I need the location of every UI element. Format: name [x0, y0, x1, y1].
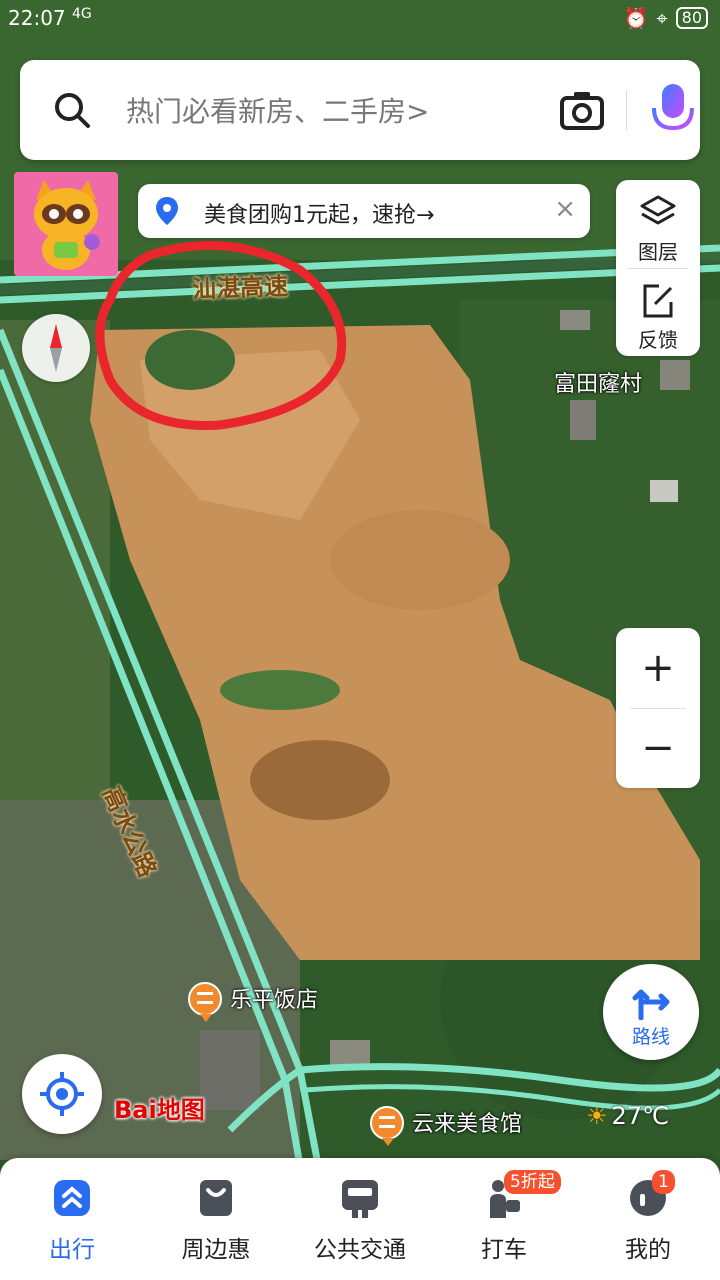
compass-button[interactable] — [22, 314, 90, 382]
travel-icon — [54, 1180, 90, 1216]
promo-banner[interactable]: 美食团购1元起，速抢→ × — [138, 184, 590, 238]
search-icon — [55, 93, 90, 128]
baidu-map-logo: Bai地图 — [114, 1096, 205, 1124]
village-label: 富田窿村 — [554, 372, 643, 397]
layers-icon — [640, 195, 676, 225]
close-icon[interactable]: × — [554, 194, 576, 224]
microphone-icon[interactable] — [648, 82, 698, 140]
status-bar: 22:07 4G ⏰ ⌖ 80 — [0, 0, 720, 36]
bottom-nav: 出行 周边惠 公共交通 5折起 打车 1 我的 — [0, 1158, 720, 1280]
zoom-out-button[interactable]: − — [616, 708, 700, 788]
nav-travel[interactable]: 出行 — [0, 1158, 144, 1280]
edit-icon — [643, 284, 673, 318]
zoom-control: + − — [616, 628, 700, 788]
highway-label: 汕湛高速 — [191, 272, 289, 304]
compass-icon — [50, 324, 62, 372]
alarm-icon: ⏰ — [623, 6, 649, 30]
temperature: 27℃ — [611, 1102, 670, 1130]
bus-icon — [342, 1180, 378, 1218]
route-label: 路线 — [631, 1026, 670, 1048]
route-button[interactable]: 路线 — [603, 964, 699, 1060]
nav-taxi[interactable]: 5折起 打车 — [432, 1158, 576, 1280]
nav-label: 出行 — [49, 1237, 95, 1263]
weather-widget[interactable]: ☀ 27℃ — [586, 1102, 669, 1130]
mascot-icon — [34, 180, 100, 270]
route-arrow-icon — [632, 989, 670, 1020]
nav-profile[interactable]: 1 我的 — [576, 1158, 720, 1280]
layers-button[interactable]: 图层 — [616, 182, 700, 268]
battery-indicator: 80 — [675, 7, 708, 29]
notification-badge: 1 — [652, 1170, 675, 1194]
clock: 22:07 — [8, 6, 66, 30]
poi-label: 云来美食馆 — [412, 1112, 523, 1137]
camera-icon[interactable] — [558, 86, 606, 134]
nav-label: 公共交通 — [314, 1237, 406, 1263]
restaurant-icon — [370, 1106, 404, 1146]
bag-icon — [200, 1180, 232, 1216]
nav-label: 打车 — [481, 1237, 527, 1263]
promo-text[interactable]: 美食团购1元起，速抢→ — [204, 197, 434, 229]
location-pin-icon — [156, 197, 178, 225]
nav-nearby-deals[interactable]: 周边惠 — [144, 1158, 288, 1280]
mascot-avatar[interactable] — [14, 172, 118, 276]
sun-icon: ☀ — [586, 1102, 608, 1130]
zoom-in-button[interactable]: + — [616, 628, 700, 708]
search-placeholder[interactable]: 热门必看新房、二手房> — [126, 90, 429, 130]
divider — [626, 90, 627, 130]
locate-icon — [40, 1072, 84, 1116]
location-status-icon: ⌖ — [656, 6, 668, 30]
poi-label: 乐平饭店 — [230, 988, 319, 1013]
search-bar[interactable]: 热门必看新房、二手房> — [20, 60, 700, 160]
restaurant-icon — [188, 982, 222, 1022]
locate-button[interactable] — [22, 1054, 102, 1134]
map-tools-panel: 图层 反馈 — [616, 180, 700, 356]
nav-label: 我的 — [625, 1237, 671, 1263]
nav-public-transit[interactable]: 公共交通 — [288, 1158, 432, 1280]
network-indicator: 4G — [72, 6, 92, 22]
feedback-label: 反馈 — [638, 328, 678, 352]
discount-badge: 5折起 — [504, 1170, 561, 1194]
layers-label: 图层 — [638, 240, 678, 264]
feedback-button[interactable]: 反馈 — [616, 270, 700, 356]
divider — [628, 268, 688, 269]
nav-label: 周边惠 — [181, 1237, 251, 1263]
